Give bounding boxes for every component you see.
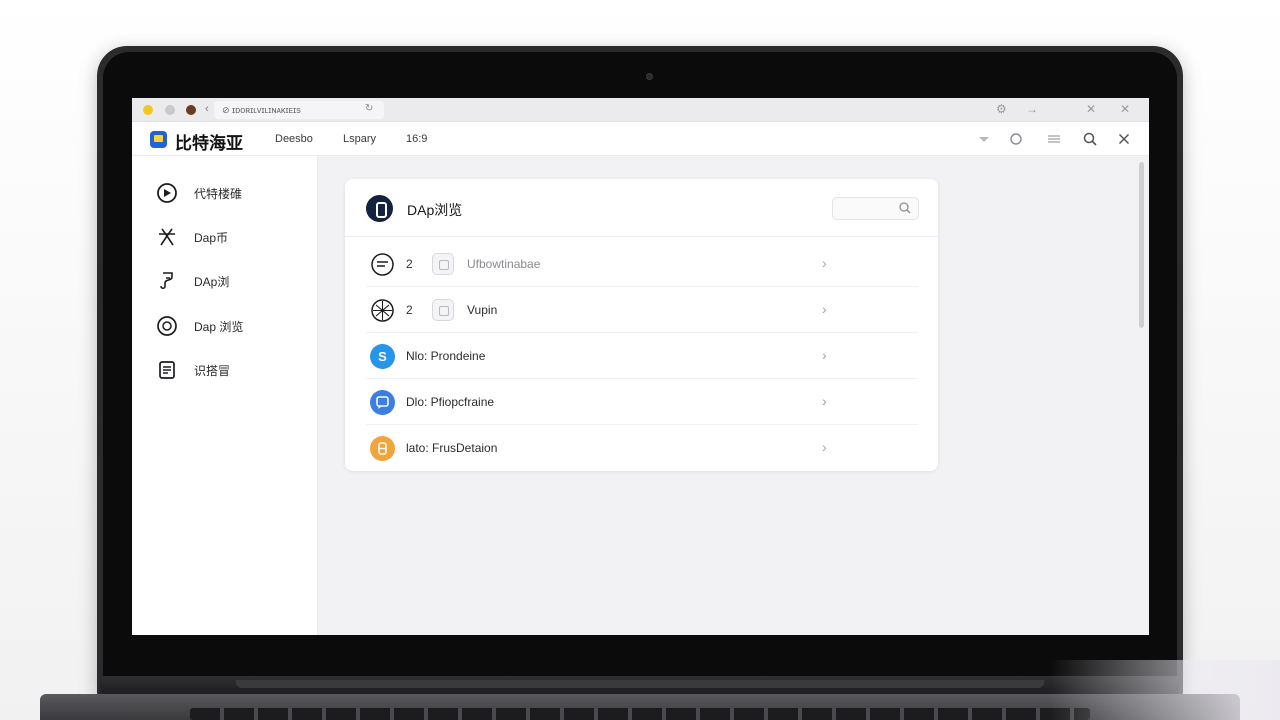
script-icon [156, 270, 178, 292]
webcam-icon [646, 73, 653, 80]
sidebar-item-4[interactable]: Dap 浏览 [156, 313, 306, 339]
sidebar-item-5[interactable]: 识搭冒 [156, 357, 306, 383]
window-titlebar: ‹ ⊘ ɪᴅᴏʀɪʟᴠɪʟɪɴᴀᴋɪᴇɪs ↻ ⚙ → ✕ ✕ [132, 98, 1149, 122]
forward-icon[interactable]: → [1026, 102, 1038, 116]
window-minimize-dot[interactable] [143, 105, 153, 115]
document-icon [156, 359, 178, 381]
row-label: Dlo: Pfiopcfraine [406, 395, 495, 409]
list-item[interactable]: 2 Vupin › [366, 287, 918, 333]
close-icon[interactable] [1115, 130, 1133, 148]
menu-link-3[interactable]: 16:9 [406, 133, 427, 145]
search-input[interactable] [832, 197, 919, 220]
dapp-logo-icon [366, 195, 393, 222]
watermark [1050, 660, 1280, 720]
app-header: 比特海亚 Deesbo Lspary 16:9 [132, 122, 1149, 156]
thumbnail-icon [432, 299, 454, 321]
list-item[interactable]: 2 Ufbowtinabae › [366, 241, 918, 287]
sidebar-item-1[interactable]: 代特楼碓 [156, 180, 306, 206]
chevron-right-icon: › [822, 255, 827, 271]
sidebar-item-3[interactable]: DAp浏 [156, 268, 306, 294]
laptop-scene: ‹ ⊘ ɪᴅᴏʀɪʟᴠɪʟɪɴᴀᴋɪᴇɪs ↻ ⚙ → ✕ ✕ 比特海亚 Dee… [0, 0, 1280, 720]
chevron-right-icon: › [822, 393, 827, 409]
row-index: 2 [406, 303, 413, 317]
thumbnail-icon [432, 253, 454, 275]
target-icon [156, 182, 178, 204]
list-item[interactable]: Dlo: Pfiopcfraine › [366, 379, 918, 425]
globe-icon [370, 298, 395, 323]
network-icon [156, 226, 178, 248]
app-window: ‹ ⊘ ɪᴅᴏʀɪʟᴠɪʟɪɴᴀᴋɪᴇɪs ↻ ⚙ → ✕ ✕ 比特海亚 Dee… [132, 98, 1149, 635]
settings-icon[interactable]: ⚙ [996, 102, 1007, 116]
sidebar-item-label: 代特楼碓 [194, 187, 243, 201]
sidebar-item-label: Dap币 [194, 231, 229, 245]
sidebar-item-label: 识搭冒 [194, 364, 231, 378]
row-label: Nlo: Prondeine [406, 349, 486, 363]
row-label: Ufbowtinabae [467, 257, 541, 271]
s-badge-icon: S [370, 344, 395, 369]
sidebar-item-label: DAp浏 [194, 275, 230, 289]
reload-icon[interactable]: ↻ [365, 103, 373, 114]
sidebar-item-2[interactable]: Dap币 [156, 224, 306, 250]
chevron-down-icon[interactable] [975, 130, 993, 148]
dapp-browser-card: DAp浏览 2 Ufbowtinabae › 2 Vupin › S Nlo: … [345, 179, 938, 471]
menu-icon[interactable] [1045, 130, 1063, 148]
address-bar[interactable]: ⊘ ɪᴅᴏʀɪʟᴠɪʟɪɴᴀᴋɪᴇɪs [214, 101, 384, 119]
brand-logo-icon [150, 131, 167, 148]
brand-name: 比特海亚 [175, 134, 243, 153]
window-zoom-dot[interactable] [165, 105, 175, 115]
chevron-right-icon: › [822, 301, 827, 317]
sidebar: 代特楼碓 Dap币 DAp浏 Dap 浏览 识搭冒 [132, 156, 318, 635]
bitcoin-badge-icon [370, 436, 395, 461]
menu-link-2[interactable]: Lspary [343, 133, 376, 145]
menu-link-1[interactable]: Deesbo [275, 133, 313, 145]
chevron-right-icon: › [822, 347, 827, 363]
search-icon[interactable] [1081, 130, 1099, 148]
chevron-right-icon: › [822, 439, 827, 455]
back-icon[interactable]: ‹ [205, 103, 209, 115]
sidebar-item-label: Dap 浏览 [194, 320, 244, 334]
row-label: lato: FrusDetaion [406, 441, 498, 455]
fullscreen-close-icon[interactable]: ✕ [1086, 102, 1096, 116]
card-title: DAp浏览 [407, 202, 463, 218]
keyboard-row [190, 708, 1090, 720]
search-icon [898, 201, 912, 215]
circle-icon[interactable] [1007, 130, 1025, 148]
chat-icon [370, 252, 395, 277]
hinge-notch [236, 680, 1044, 688]
list-item[interactable]: lato: FrusDetaion › [366, 425, 918, 471]
svg-text:S: S [378, 349, 387, 364]
row-label: Vupin [467, 303, 498, 317]
window-close-icon[interactable]: ✕ [1120, 102, 1130, 116]
card-header: DAp浏览 [345, 179, 938, 237]
compass-icon [156, 315, 178, 337]
message-badge-icon [370, 390, 395, 415]
row-index: 2 [406, 257, 413, 271]
window-close-dot[interactable] [186, 105, 196, 115]
list-item[interactable]: S Nlo: Prondeine › [366, 333, 918, 379]
scrollbar-thumb[interactable] [1139, 162, 1144, 328]
